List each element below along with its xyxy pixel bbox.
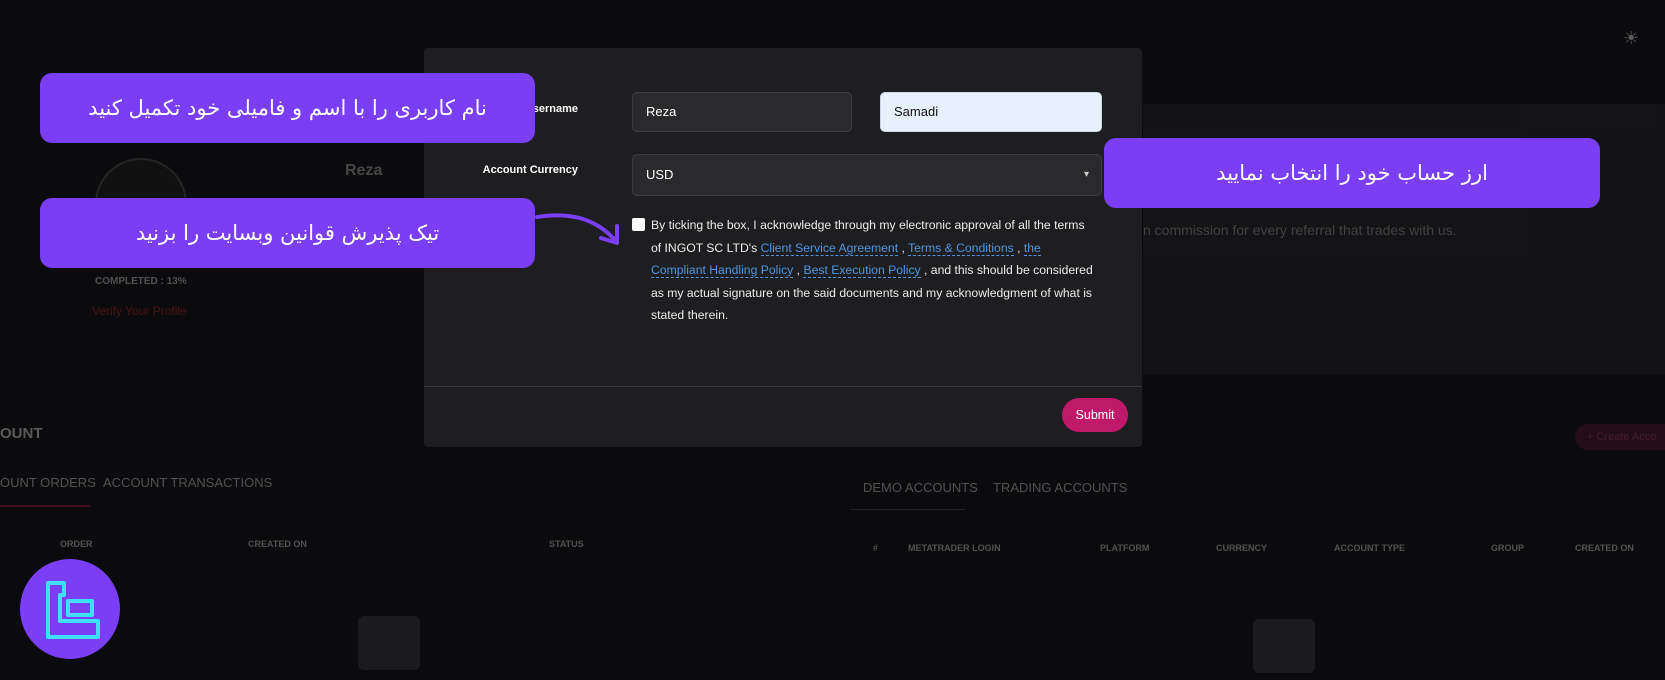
create-account-label: Create Acco <box>1596 431 1657 443</box>
submit-button[interactable]: Submit <box>1062 398 1128 432</box>
tab-trading-accounts[interactable]: TRADING ACCOUNTS <box>993 480 1127 495</box>
currency-value: USD <box>646 167 674 182</box>
best-execution-policy-link[interactable]: Best Execution Policy <box>803 263 921 278</box>
tabs-divider <box>850 509 965 510</box>
column-metatrader-login: METATRADER LOGIN <box>908 543 1001 553</box>
currency-select[interactable]: USD ▾ <box>632 154 1102 196</box>
terms-checkbox[interactable] <box>632 218 645 231</box>
callout-username: نام کاربری را با اسم و فامیلی خود تکمیل … <box>40 73 535 143</box>
currency-label: Account Currency <box>482 164 578 176</box>
settings-icon[interactable]: ☀ <box>1623 28 1639 49</box>
column-order: ORDER <box>60 539 93 549</box>
tab-account-transactions[interactable]: ACCOUNT TRANSACTIONS <box>103 475 272 490</box>
tab-account-orders[interactable]: OUNT ORDERS <box>0 475 96 490</box>
tab-demo-accounts[interactable]: DEMO ACCOUNTS <box>863 480 978 495</box>
column-created-on-right: CREATED ON <box>1575 543 1634 553</box>
brand-logo-icon <box>46 581 100 639</box>
column-hash: # <box>873 543 879 553</box>
profile-name: Reza <box>345 162 383 179</box>
column-platform: PLATFORM <box>1100 543 1150 553</box>
referral-text: n commission for every referral that tra… <box>1143 222 1457 238</box>
column-created-on: CREATED ON <box>248 539 307 549</box>
terms-text: By ticking the box, I acknowledge throug… <box>651 214 1096 327</box>
column-group: GROUP <box>1491 543 1525 553</box>
callout-terms: تیک پذیرش قوانین وبسایت را بزنید <box>40 198 535 268</box>
terms-separator: , <box>898 240 909 255</box>
client-service-agreement-link[interactable]: Client Service Agreement <box>760 240 899 256</box>
verify-profile-link[interactable]: Verify Your Profile <box>92 304 187 318</box>
column-currency: CURRENCY <box>1216 543 1268 553</box>
last-name-input[interactable]: Samadi <box>880 92 1102 132</box>
empty-orders-icon <box>358 616 420 670</box>
create-account-button[interactable]: + Create Acco <box>1575 424 1665 450</box>
brand-logo <box>20 559 120 659</box>
modal-footer-divider <box>424 386 1142 387</box>
curved-arrow-icon <box>535 213 619 245</box>
active-tab-underline <box>0 505 90 507</box>
first-name-input[interactable]: Reza <box>632 92 852 132</box>
chevron-down-icon: ▾ <box>1083 169 1089 180</box>
terms-conditions-link[interactable]: Terms & Conditions <box>908 240 1014 256</box>
column-account-type: ACCOUNT TYPE <box>1334 543 1406 553</box>
terms-separator: , <box>1013 240 1024 255</box>
callout-currency: ارز حساب خود را انتخاب نمایید <box>1104 138 1600 208</box>
column-status: STATUS <box>549 539 584 549</box>
section-title: OUNT <box>0 425 43 442</box>
terms-separator: , <box>793 263 804 277</box>
empty-accounts-icon <box>1253 619 1315 673</box>
profile-completed: COMPLETED : 13% <box>95 276 187 287</box>
